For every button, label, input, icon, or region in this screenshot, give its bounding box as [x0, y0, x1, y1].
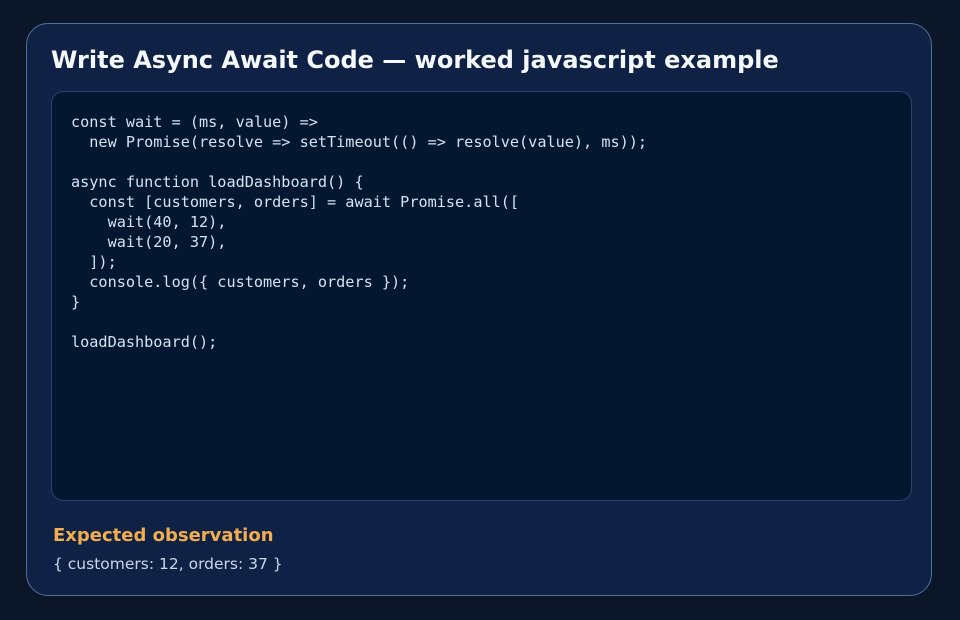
example-card: Write Async Await Code — worked javascri… — [26, 23, 932, 596]
observation-heading: Expected observation — [53, 525, 274, 546]
card-title: Write Async Await Code — worked javascri… — [51, 46, 779, 74]
code-text[interactable]: const wait = (ms, value) => new Promise(… — [71, 112, 647, 352]
observation-value: { customers: 12, orders: 37 } — [53, 555, 283, 573]
code-block[interactable]: const wait = (ms, value) => new Promise(… — [51, 91, 912, 501]
